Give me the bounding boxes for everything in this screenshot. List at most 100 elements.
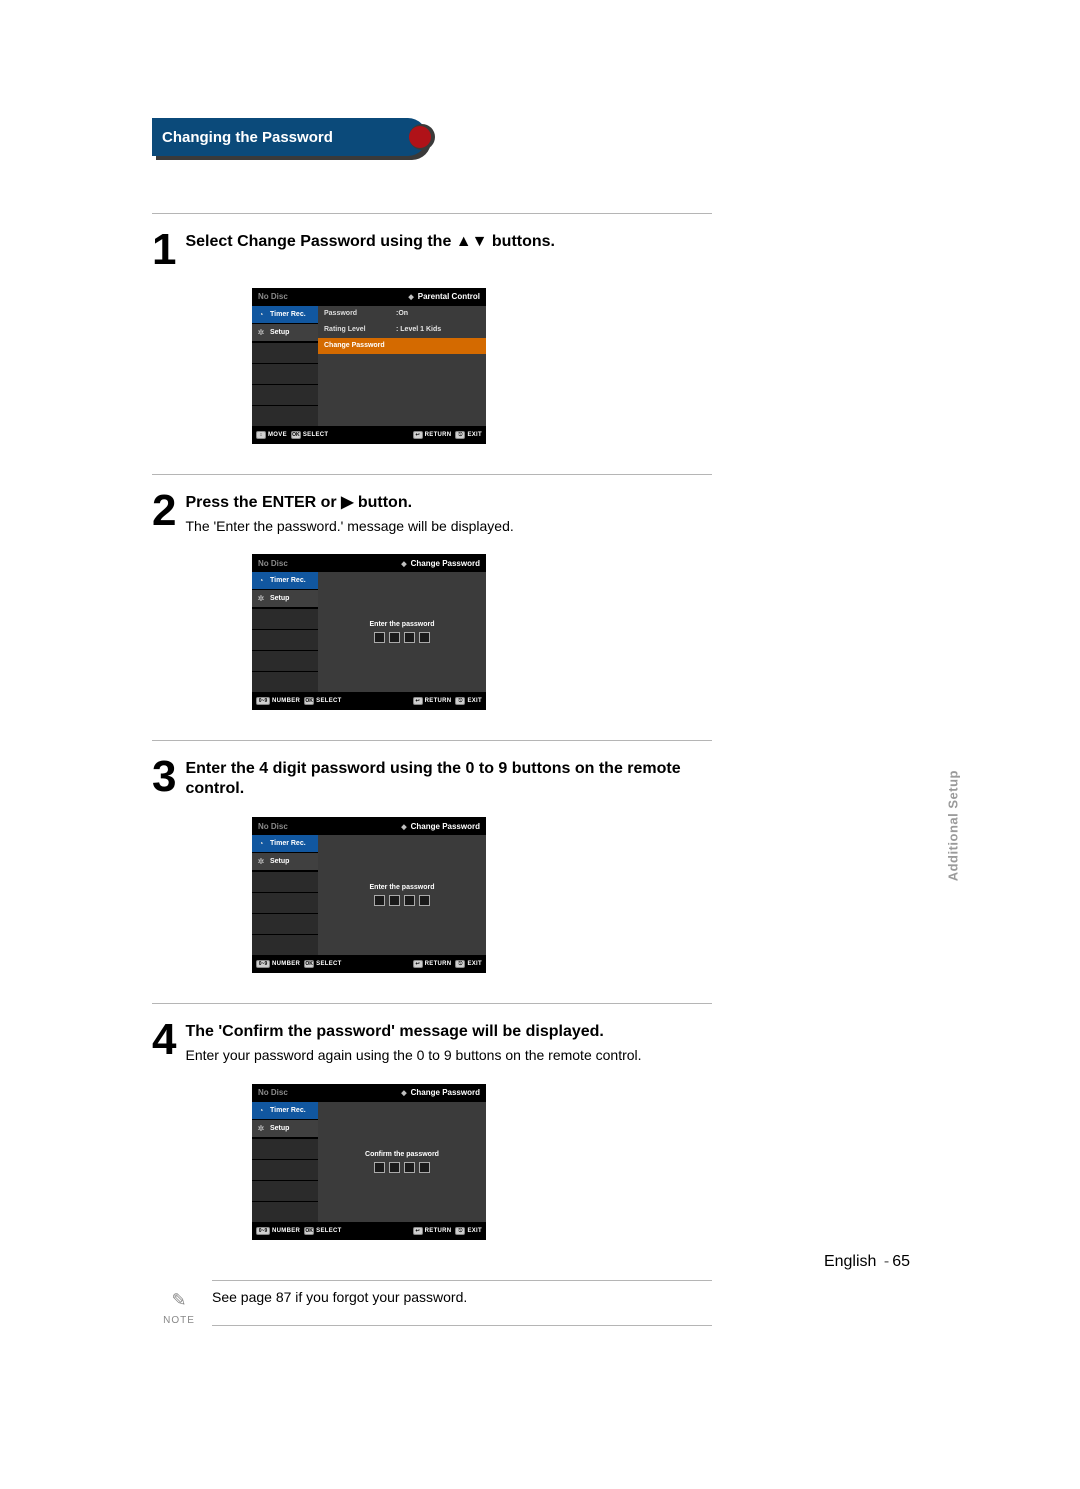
- ok-btn-icon: OK: [304, 1227, 314, 1235]
- osd-ft-exit: EXIT: [467, 698, 482, 704]
- exit-btn-icon: ⎋: [455, 1227, 465, 1235]
- osd-side-empty: [252, 342, 318, 426]
- step-4: 4 The 'Confirm the password' message wil…: [152, 1003, 712, 1240]
- osd-crumb-text: Parental Control: [418, 292, 480, 301]
- osd-breadcrumb: ◆Change Password: [401, 1088, 480, 1097]
- ok-btn-icon: OK: [291, 431, 301, 439]
- step-2: 2 Press the ENTER or ▶ button. The 'Ente…: [152, 474, 712, 711]
- arrow-up-down-icon: ▲▼: [456, 233, 488, 250]
- osd-ft-number: NUMBER: [272, 961, 300, 967]
- osd-side-timer-label: Timer Rec.: [270, 840, 306, 847]
- step-title-pre: Select: [185, 233, 237, 250]
- osd-body: ◔Timer Rec. ✲Setup Enter the password: [252, 835, 486, 955]
- step-title: Select Change Password using the ▲▼ butt…: [185, 232, 712, 252]
- osd-side-setup-label: Setup: [270, 858, 289, 865]
- page-footer: English -65: [824, 1253, 910, 1271]
- osd-screenshot-4: No Disc ◆Change Password ◔Timer Rec. ✲Se…: [252, 1084, 486, 1240]
- step-body: The 'Enter the password.' message will b…: [185, 517, 712, 537]
- divider: [152, 474, 712, 475]
- osd-side-empty: [252, 871, 318, 955]
- osd-side-timer-label: Timer Rec.: [270, 311, 306, 318]
- step-number: 4: [152, 1020, 175, 1060]
- ok-btn-icon: OK: [304, 697, 314, 705]
- osd-screenshot-1: No Disc ◆Parental Control ◔Timer Rec. ✲S…: [252, 288, 486, 444]
- note-block: ✎ NOTE See page 87 if you forgot your pa…: [212, 1280, 712, 1326]
- password-boxes: [374, 632, 430, 643]
- osd-row-rating: Rating Level: Level 1 Kids: [318, 322, 486, 338]
- osd-row-val: : Level 1 Kids: [396, 326, 441, 333]
- clock-icon: ◔: [256, 309, 266, 319]
- osd-side-timer: ◔ Timer Rec.: [252, 572, 318, 590]
- divider: [152, 1003, 712, 1004]
- step-title-tail: buttons.: [487, 233, 555, 250]
- osd-sidebar: ◔ Timer Rec. ✲Setup: [252, 572, 318, 692]
- osd-sidebar: ◔ Timer Rec. ✲ Setup: [252, 1102, 318, 1222]
- osd-side-timer: ◔ Timer Rec.: [252, 1102, 318, 1120]
- osd-ft-exit: EXIT: [467, 1228, 482, 1234]
- step-title-pre: Enter the 4 digit password using the 0 t…: [185, 760, 680, 797]
- osd-side-timer-label: Timer Rec.: [270, 577, 306, 584]
- osd-main: Password:On Rating Level: Level 1 Kids C…: [318, 306, 486, 426]
- osd-row-password: Password:On: [318, 306, 486, 322]
- pencil-icon: ✎: [167, 1289, 191, 1313]
- osd-row-change-password: Change Password: [318, 338, 486, 354]
- divider: [152, 740, 712, 741]
- number-btn-icon: 0~9: [256, 697, 270, 705]
- footer-lang: English: [824, 1253, 876, 1270]
- step-body: Enter your password again using the 0 to…: [185, 1046, 712, 1066]
- osd-breadcrumb: ◆Change Password: [401, 822, 480, 831]
- step-number: 3: [152, 757, 175, 797]
- section-heading: Changing the Password: [152, 118, 427, 158]
- step-title-keyword: ENTER: [262, 494, 316, 511]
- clock-icon: ◔: [256, 576, 266, 586]
- return-btn-icon: ↩: [413, 431, 423, 439]
- osd-breadcrumb: ◆Parental Control: [408, 292, 480, 301]
- osd-center-text: Confirm the password: [365, 1151, 439, 1158]
- osd-ft-select: SELECT: [303, 432, 328, 438]
- osd-side-empty: [252, 608, 318, 692]
- heading-title: Changing the Password: [152, 118, 427, 156]
- osd-side-timer: ◔ Timer Rec.: [252, 306, 318, 324]
- note-text: See page 87 if you forgot your password.: [212, 1289, 712, 1305]
- clock-icon: ◔: [256, 1105, 266, 1115]
- arrow-right-icon: ▶: [341, 494, 353, 511]
- osd-crumb-text: Change Password: [411, 559, 480, 568]
- osd-center: Enter the password: [318, 572, 486, 692]
- move-btn-icon: ↕: [256, 431, 266, 439]
- osd-no-disc: No Disc: [258, 292, 288, 301]
- osd-side-setup: ✲ Setup: [252, 1120, 318, 1138]
- osd-breadcrumb: ◆Change Password: [401, 559, 480, 568]
- osd-crumb-text: Change Password: [411, 822, 480, 831]
- osd-titlebar: No Disc ◆Parental Control: [252, 288, 486, 306]
- osd-side-timer-label: Timer Rec.: [270, 1107, 306, 1114]
- osd-side-setup-label: Setup: [270, 1125, 289, 1132]
- step-title-pre: The 'Confirm the password' message will …: [185, 1023, 603, 1040]
- osd-ft-return: RETURN: [425, 1228, 452, 1234]
- diamond-icon: ◆: [401, 1090, 406, 1097]
- osd-ft-exit: EXIT: [467, 432, 482, 438]
- osd-ft-select: SELECT: [316, 961, 341, 967]
- gear-icon: ✲: [256, 1123, 266, 1133]
- return-btn-icon: ↩: [413, 697, 423, 705]
- number-btn-icon: 0~9: [256, 960, 270, 968]
- step-title-keyword: Change Password: [237, 233, 376, 250]
- osd-ft-return: RETURN: [425, 698, 452, 704]
- divider: [152, 213, 712, 214]
- osd-body: ◔Timer Rec. ✲Setup Password:On Rating Le…: [252, 306, 486, 426]
- step-title-tail: button.: [353, 494, 412, 511]
- osd-center: Confirm the password: [318, 1102, 486, 1222]
- osd-ft-exit: EXIT: [467, 961, 482, 967]
- step-number: 2: [152, 491, 175, 531]
- step-1: 1 Select Change Password using the ▲▼ bu…: [152, 213, 712, 444]
- osd-footer: 0~9NUMBER OKSELECT ↩RETURN ⎋EXIT: [252, 692, 486, 710]
- osd-ft-number: NUMBER: [272, 698, 300, 704]
- osd-center: Enter the password: [318, 835, 486, 955]
- osd-ft-select: SELECT: [316, 1228, 341, 1234]
- content-column: Changing the Password 1 Select Change Pa…: [152, 118, 712, 1326]
- osd-sidebar: ◔Timer Rec. ✲Setup: [252, 835, 318, 955]
- osd-row-key: Change Password: [324, 342, 480, 349]
- osd-side-setup: ✲Setup: [252, 590, 318, 608]
- osd-main: Confirm the password: [318, 1102, 486, 1222]
- osd-ft-return: RETURN: [425, 961, 452, 967]
- step-title-pre: Press the: [185, 494, 261, 511]
